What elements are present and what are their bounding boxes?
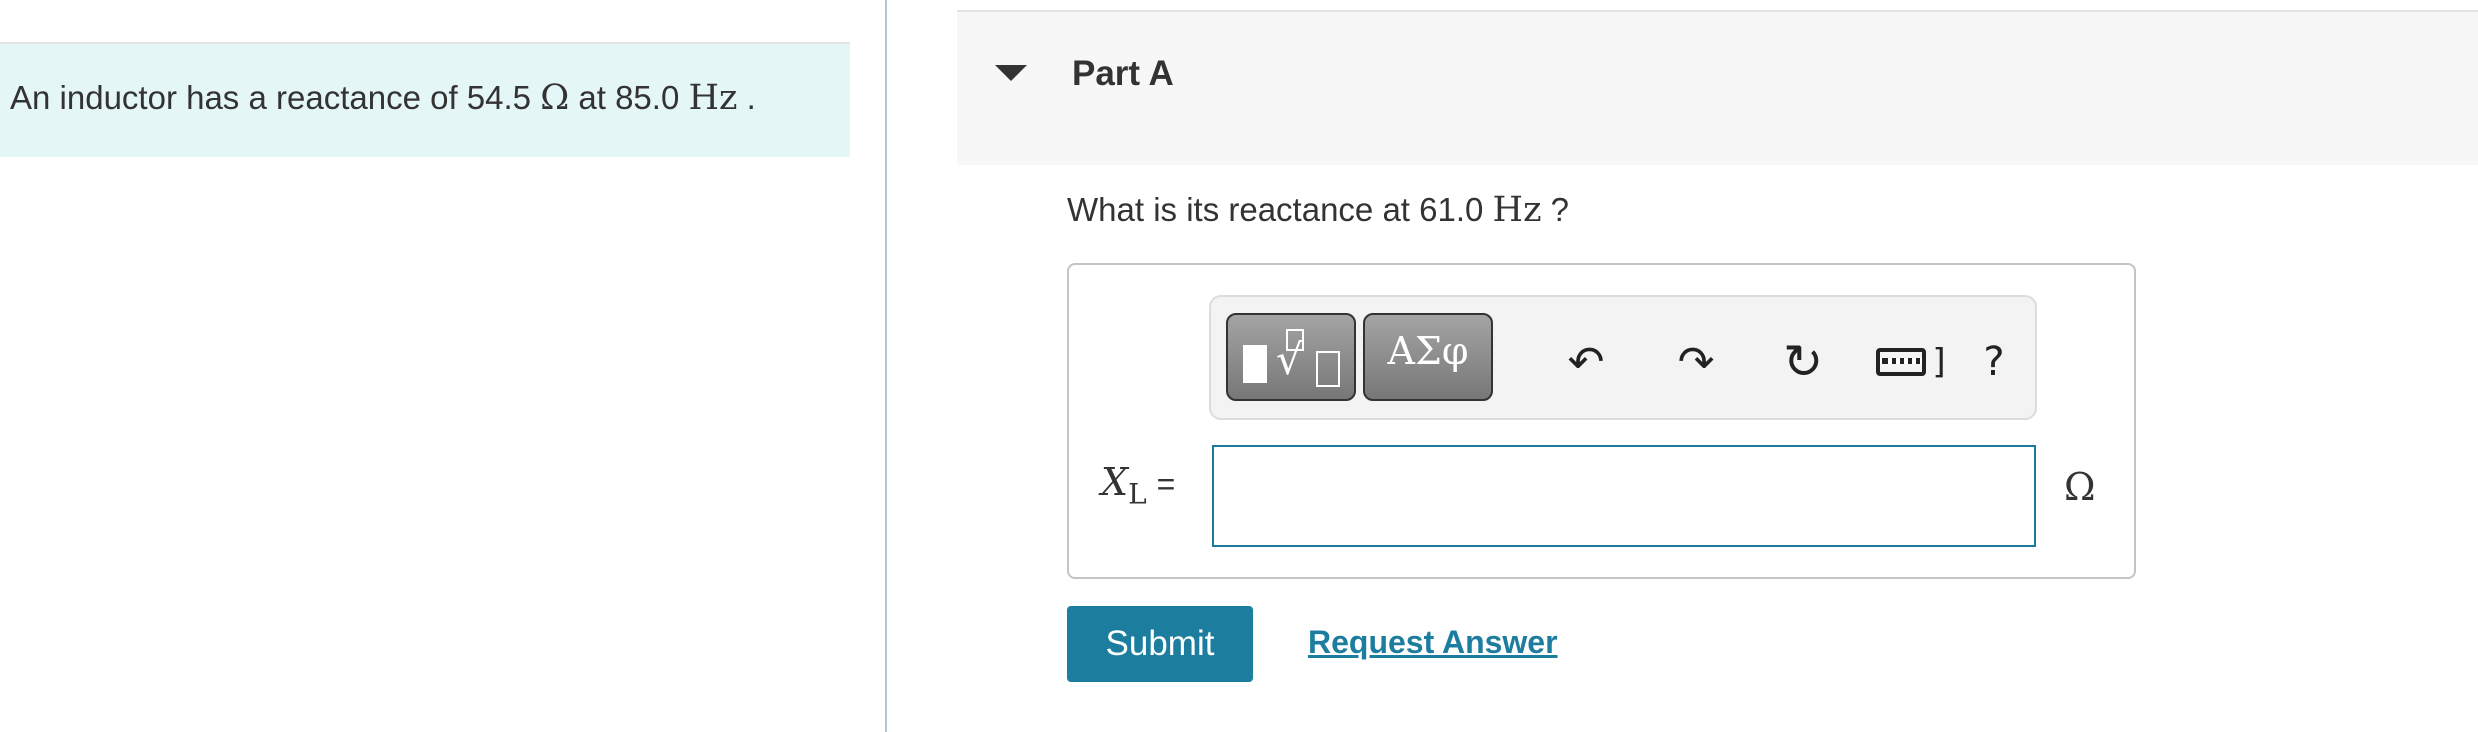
ohm-unit: Ω — [540, 78, 570, 118]
template-block-icon — [1243, 345, 1267, 383]
part-a-header[interactable]: Part A — [957, 10, 2478, 165]
undo-icon[interactable]: ↶ — [1561, 337, 1611, 388]
answer-unit: Ω — [2064, 465, 2096, 509]
keyboard-shortcuts-button[interactable]: ] — [1871, 337, 1951, 387]
template-box-icon — [1316, 351, 1340, 387]
answer-panel: √ ΑΣφ ↶ ↷ ↻ ] ? XL = Ω — [1067, 263, 2136, 579]
keyboard-icon — [1876, 348, 1927, 376]
submit-button[interactable]: Submit — [1067, 606, 1253, 682]
help-icon[interactable]: ? — [1969, 337, 2019, 387]
answer-variable-label: XL = — [1101, 460, 1176, 511]
request-answer-link[interactable]: Request Answer — [1308, 624, 1558, 661]
hertz-unit: Hz — [688, 78, 738, 118]
redo-icon[interactable]: ↷ — [1671, 337, 1721, 388]
square-root-icon: √ — [1276, 335, 1303, 384]
math-toolbar: √ ΑΣφ ↶ ↷ ↻ ] ? — [1209, 295, 2037, 420]
problem-statement: An inductor has a reactance of 54.5 Ω at… — [10, 78, 756, 118]
templates-button[interactable]: √ — [1226, 313, 1356, 401]
hertz-unit: Hz — [1492, 190, 1542, 230]
column-divider — [885, 0, 887, 732]
reset-icon[interactable]: ↻ — [1778, 334, 1828, 390]
question-text: What is its reactance at 61.0 Hz ? — [1067, 190, 1570, 230]
answer-input[interactable] — [1212, 445, 2036, 547]
collapse-caret-icon[interactable] — [995, 65, 1027, 81]
greek-symbols-button[interactable]: ΑΣφ — [1363, 313, 1493, 401]
part-title: Part A — [1072, 54, 1174, 93]
